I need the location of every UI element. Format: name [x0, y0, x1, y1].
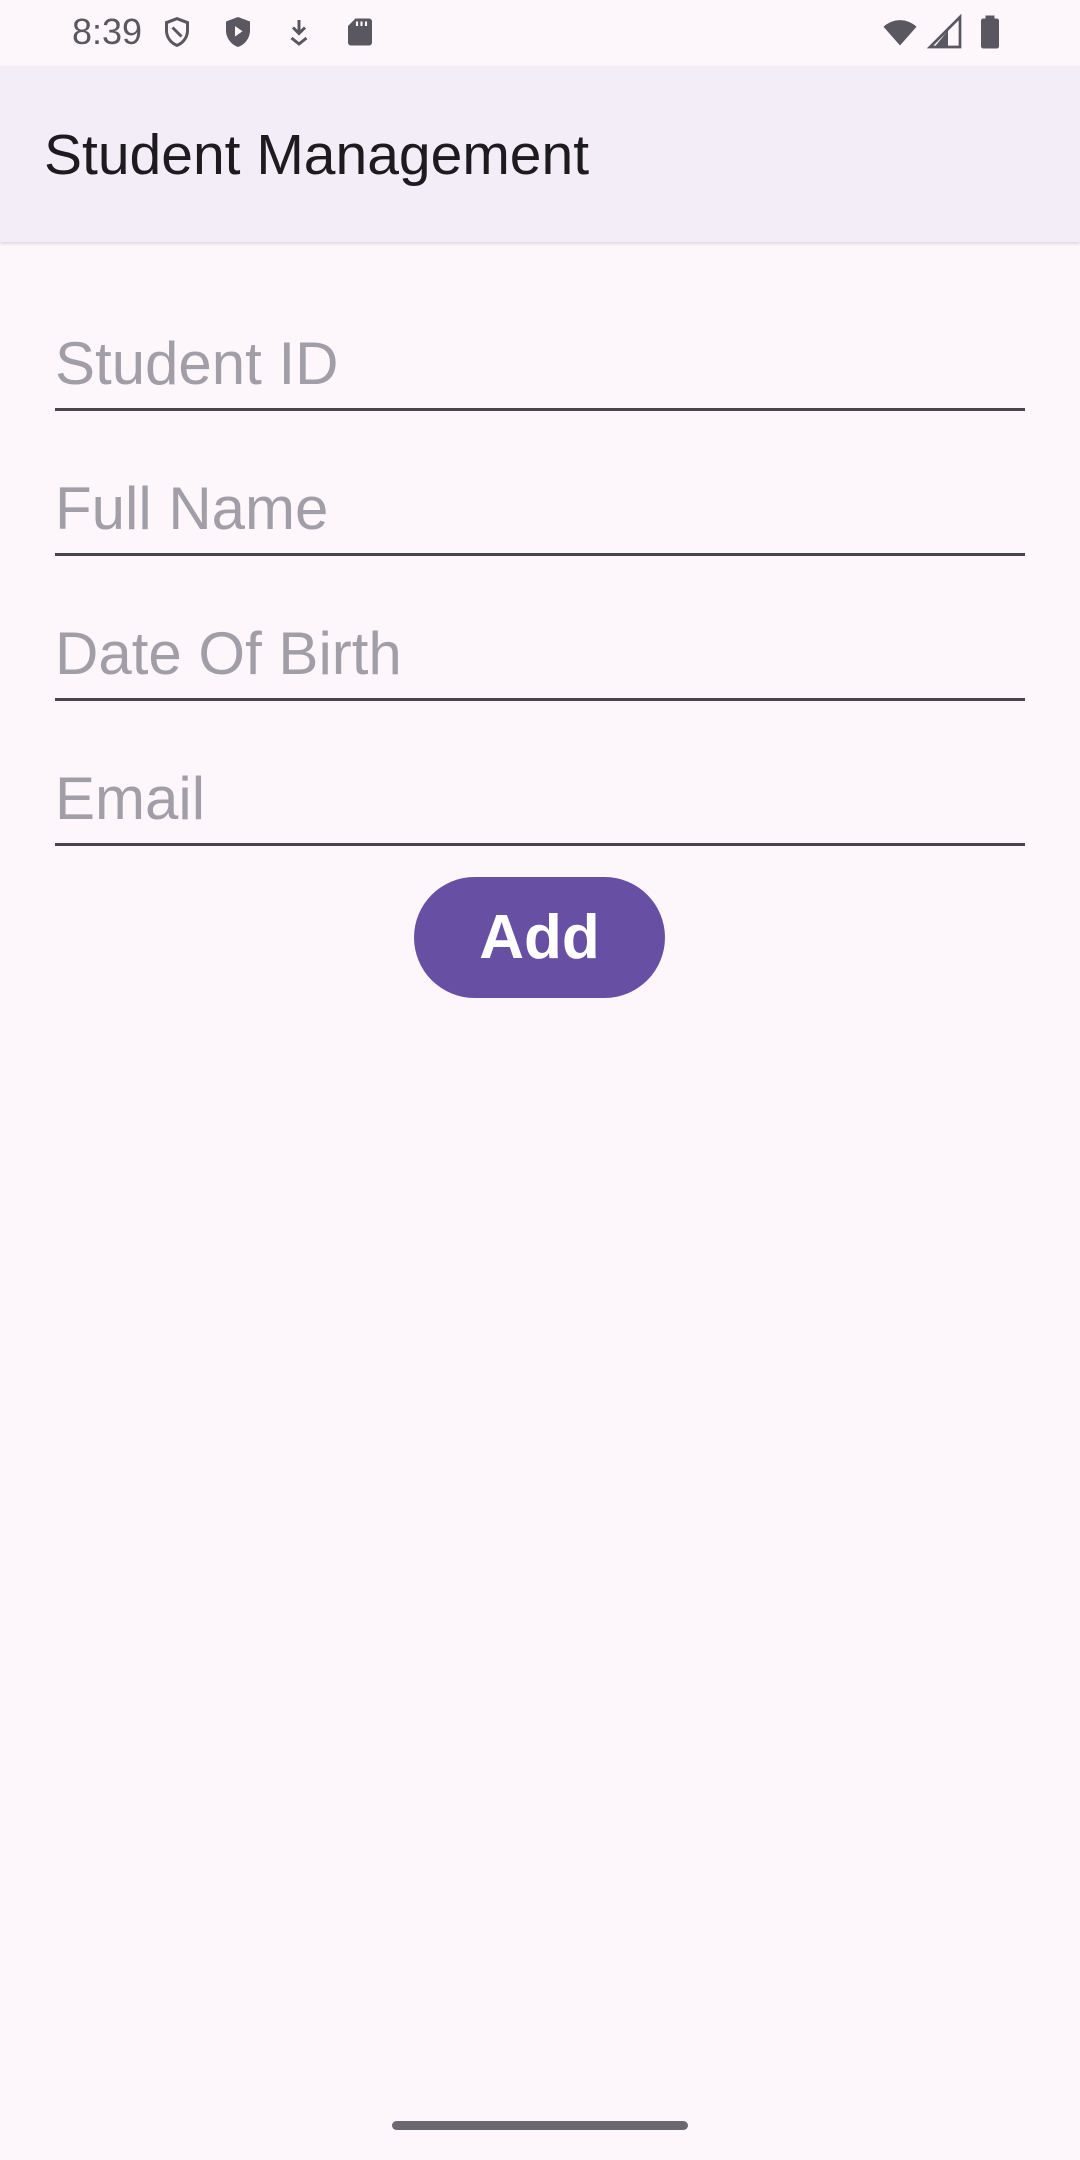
- status-bar: 8:39: [0, 0, 1080, 66]
- download-icon: [281, 14, 317, 50]
- shield-outline-icon: [159, 14, 195, 50]
- date-of-birth-input[interactable]: [55, 616, 1025, 692]
- app-bar: Student Management: [0, 66, 1080, 242]
- full-name-field-container: [55, 457, 1025, 556]
- home-indicator[interactable]: [392, 2121, 688, 2130]
- shield-play-icon: [220, 14, 256, 50]
- full-name-input[interactable]: [55, 471, 1025, 547]
- app-title: Student Management: [44, 123, 590, 187]
- add-button[interactable]: Add: [414, 877, 665, 998]
- student-id-field-container: [55, 312, 1025, 411]
- wifi-icon: [882, 14, 918, 50]
- battery-icon: [972, 14, 1008, 50]
- sd-card-icon: [342, 14, 378, 50]
- cell-signal-icon: [927, 14, 963, 50]
- status-time: 8:39: [72, 11, 143, 52]
- date-of-birth-field-container: [55, 602, 1025, 701]
- screen: 8:39 Student Management Student ID Full …: [0, 0, 1080, 2160]
- email-field-container: [55, 747, 1025, 846]
- email-input[interactable]: [55, 761, 1025, 837]
- student-id-input[interactable]: [55, 326, 1025, 402]
